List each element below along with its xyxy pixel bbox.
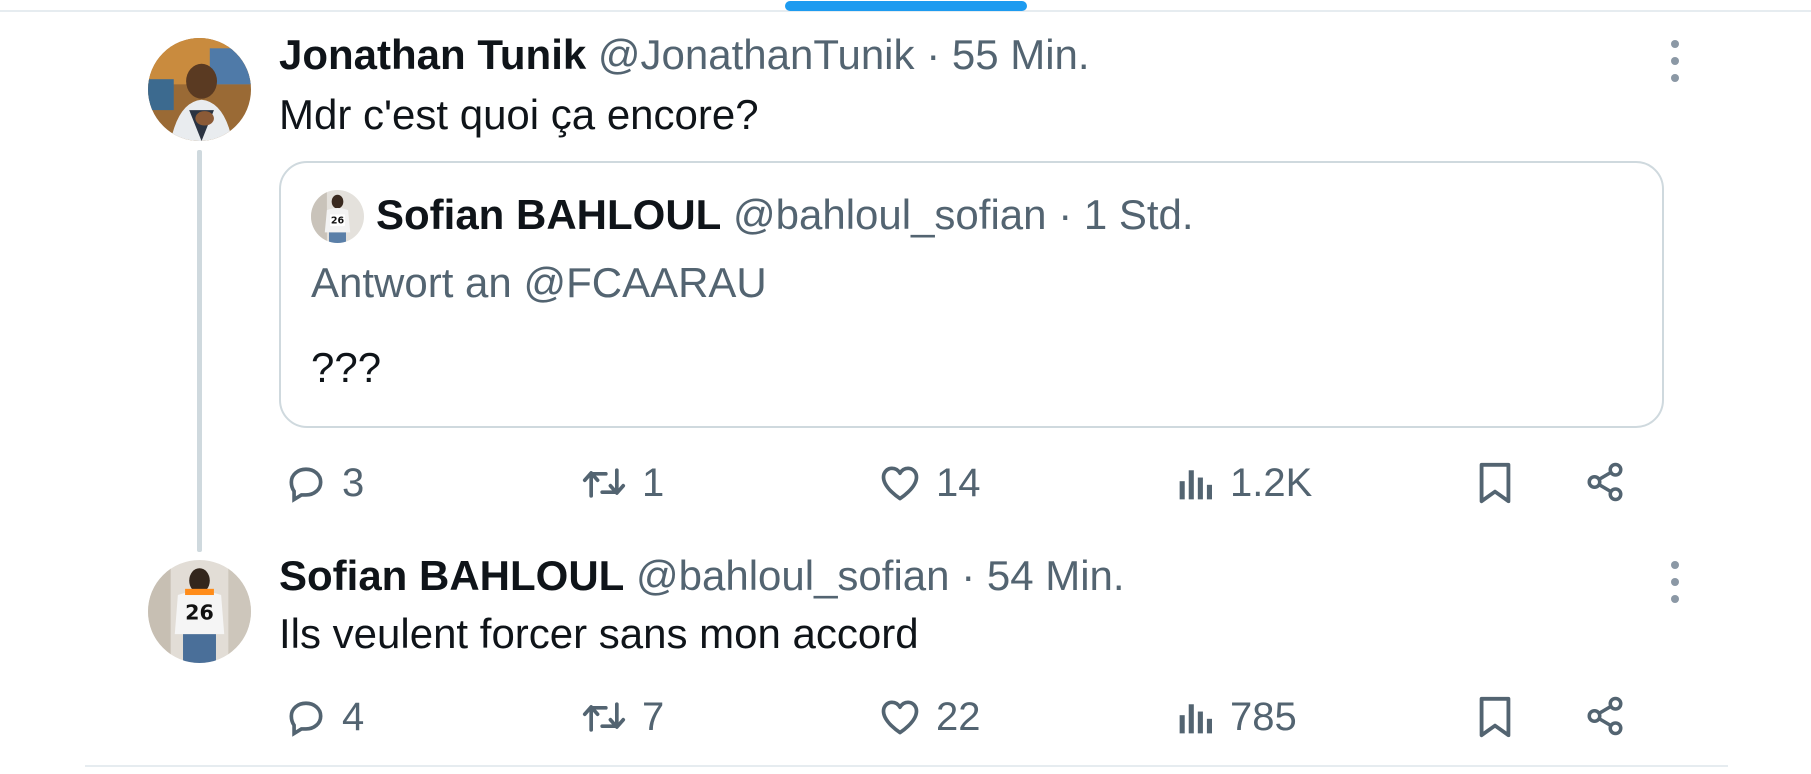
timestamp[interactable]: · 55 Min. (926, 31, 1089, 78)
share-icon (1587, 696, 1623, 736)
quote-text: ??? (311, 344, 382, 391)
quote-timestamp[interactable]: · 1 Std. (1058, 191, 1193, 238)
views-chart-icon (1179, 470, 1212, 500)
scroll-indicator (785, 1, 1027, 11)
tweet-header: Jonathan Tunik @JonathanTunik · 55 Min. (279, 30, 1090, 80)
like-count: 22 (936, 695, 981, 739)
retweet-count: 7 (642, 695, 665, 739)
share-button[interactable] (1584, 694, 1626, 738)
share-button[interactable] (1584, 460, 1626, 504)
heart-icon (881, 700, 919, 735)
reply-button[interactable]: 4 (284, 694, 364, 740)
timestamp[interactable]: · 54 Min. (961, 552, 1124, 599)
tweet-text: Ils veulent forcer sans mon accord (279, 610, 919, 657)
views-count: 1.2K (1230, 461, 1313, 505)
avatar-photo-icon: 26 (148, 560, 251, 663)
like-button[interactable]: 14 (878, 460, 981, 506)
avatar[interactable] (148, 38, 251, 141)
bookmark-icon (1479, 462, 1511, 504)
quote-header: Sofian BAHLOUL @bahloul_sofian · 1 Std. (376, 190, 1194, 240)
views-count: 785 (1230, 695, 1297, 739)
avatar-photo-icon (148, 38, 251, 141)
avatar[interactable]: 26 (148, 560, 251, 663)
reply-count: 4 (342, 695, 365, 739)
handle[interactable]: @JonathanTunik (598, 31, 915, 78)
reply-count: 3 (342, 461, 365, 505)
like-count: 14 (936, 461, 981, 505)
reply-icon (289, 701, 323, 737)
svg-text:26: 26 (185, 601, 214, 625)
reply-button[interactable]: 3 (284, 460, 364, 506)
retweet-icon (582, 468, 626, 498)
bookmark-icon (1479, 696, 1511, 738)
more-options-icon[interactable] (1663, 40, 1687, 82)
svg-text:26: 26 (331, 215, 345, 226)
display-name[interactable]: Jonathan Tunik (279, 31, 586, 78)
share-icon (1587, 462, 1623, 502)
retweet-button[interactable]: 7 (580, 694, 664, 740)
quote-display-name[interactable]: Sofian BAHLOUL (376, 191, 721, 238)
tweet-text: Mdr c'est quoi ça encore? (279, 91, 759, 138)
quote-handle[interactable]: @bahloul_sofian (733, 191, 1047, 238)
retweet-button[interactable]: 1 (580, 460, 664, 506)
display-name[interactable]: Sofian BAHLOUL (279, 552, 624, 599)
views-button[interactable]: 1.2K (1176, 460, 1312, 506)
views-button[interactable]: 785 (1176, 694, 1297, 740)
thread-connector-line (197, 150, 202, 552)
bookmark-button[interactable] (1475, 694, 1515, 740)
handle[interactable]: @bahloul_sofian (636, 552, 950, 599)
avatar-photo-icon: 26 (311, 190, 364, 243)
reply-to-label[interactable]: Antwort an @FCAARAU (311, 258, 767, 308)
reply-icon (289, 467, 323, 503)
retweet-icon (582, 702, 626, 732)
bottom-divider (85, 765, 1728, 767)
bookmark-button[interactable] (1475, 460, 1515, 506)
like-button[interactable]: 22 (878, 694, 981, 740)
more-options-icon[interactable] (1663, 561, 1687, 603)
retweet-count: 1 (642, 461, 665, 505)
quote-avatar: 26 (311, 190, 364, 243)
heart-icon (881, 466, 919, 501)
tweet-header: Sofian BAHLOUL @bahloul_sofian · 54 Min. (279, 551, 1125, 601)
views-chart-icon (1179, 704, 1212, 734)
